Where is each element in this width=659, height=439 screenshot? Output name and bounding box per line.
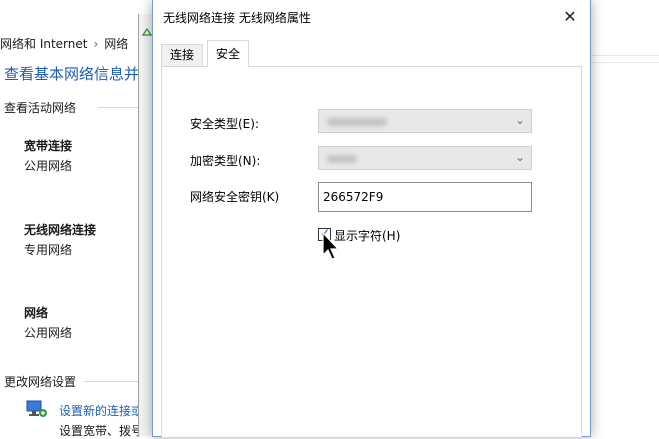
network-type-wireless: 专用网络 [24, 243, 73, 257]
chevron-down-icon: ⌄ [514, 113, 525, 127]
network-key-label: 网络安全密钥(K) [190, 190, 280, 204]
network-type-broadband: 公用网络 [24, 159, 73, 173]
encryption-type-select[interactable]: ⌄ [318, 146, 532, 170]
close-icon[interactable]: ✕ [558, 6, 582, 28]
network-name-wireless: 无线网络连接 [24, 223, 97, 237]
network-type-network: 公用网络 [24, 326, 73, 340]
wireless-properties-dialog: 无线网络连接 无线网络属性 ✕ 连接 安全 安全类型(E): ⌄ 加密类型(N)… [152, 0, 591, 437]
security-tab-panel: 安全类型(E): ⌄ 加密类型(N): ⌄ 网络安全密钥(K) ✓ 显示字符(H… [161, 66, 582, 437]
security-type-label: 安全类型(E): [190, 117, 259, 131]
network-name-broadband: 宽带连接 [24, 139, 73, 153]
network-setup-icon [24, 398, 48, 420]
network-key-input[interactable] [318, 182, 532, 212]
signal-icon [141, 27, 153, 36]
chevron-down-icon: ⌄ [514, 150, 525, 164]
security-type-select[interactable]: ⌄ [318, 109, 532, 133]
encryption-type-label: 加密类型(N): [190, 154, 261, 168]
breadcrumb-separator-icon: › [93, 37, 99, 51]
breadcrumb-item-network-internet[interactable]: 网络和 Internet [0, 37, 87, 51]
setup-new-connection-description: 设置宽带、拨号 [59, 424, 144, 438]
setup-new-connection-link[interactable]: 设置新的连接或 [59, 402, 143, 419]
active-networks-heading: 查看活动网络 [4, 101, 77, 115]
breadcrumb-item-network[interactable]: 网络 [104, 37, 128, 51]
tab-security[interactable]: 安全 [207, 40, 250, 67]
breadcrumb: 网络和 Internet › 网络 [0, 33, 160, 55]
dialog-titlebar[interactable]: 无线网络连接 无线网络属性 ✕ [153, 0, 590, 34]
encryption-type-value [327, 155, 357, 163]
dialog-title: 无线网络连接 无线网络属性 [163, 11, 311, 25]
network-name-network: 网络 [24, 306, 49, 320]
change-network-settings-heading: 更改网络设置 [4, 375, 77, 389]
tab-connection[interactable]: 连接 [161, 44, 204, 66]
show-characters-label[interactable]: 显示字符(H) [334, 227, 400, 244]
mouse-cursor-icon [322, 232, 340, 260]
address-bar-right [590, 33, 659, 56]
page-title: 查看基本网络信息并 [4, 65, 140, 83]
security-type-value [327, 118, 387, 126]
